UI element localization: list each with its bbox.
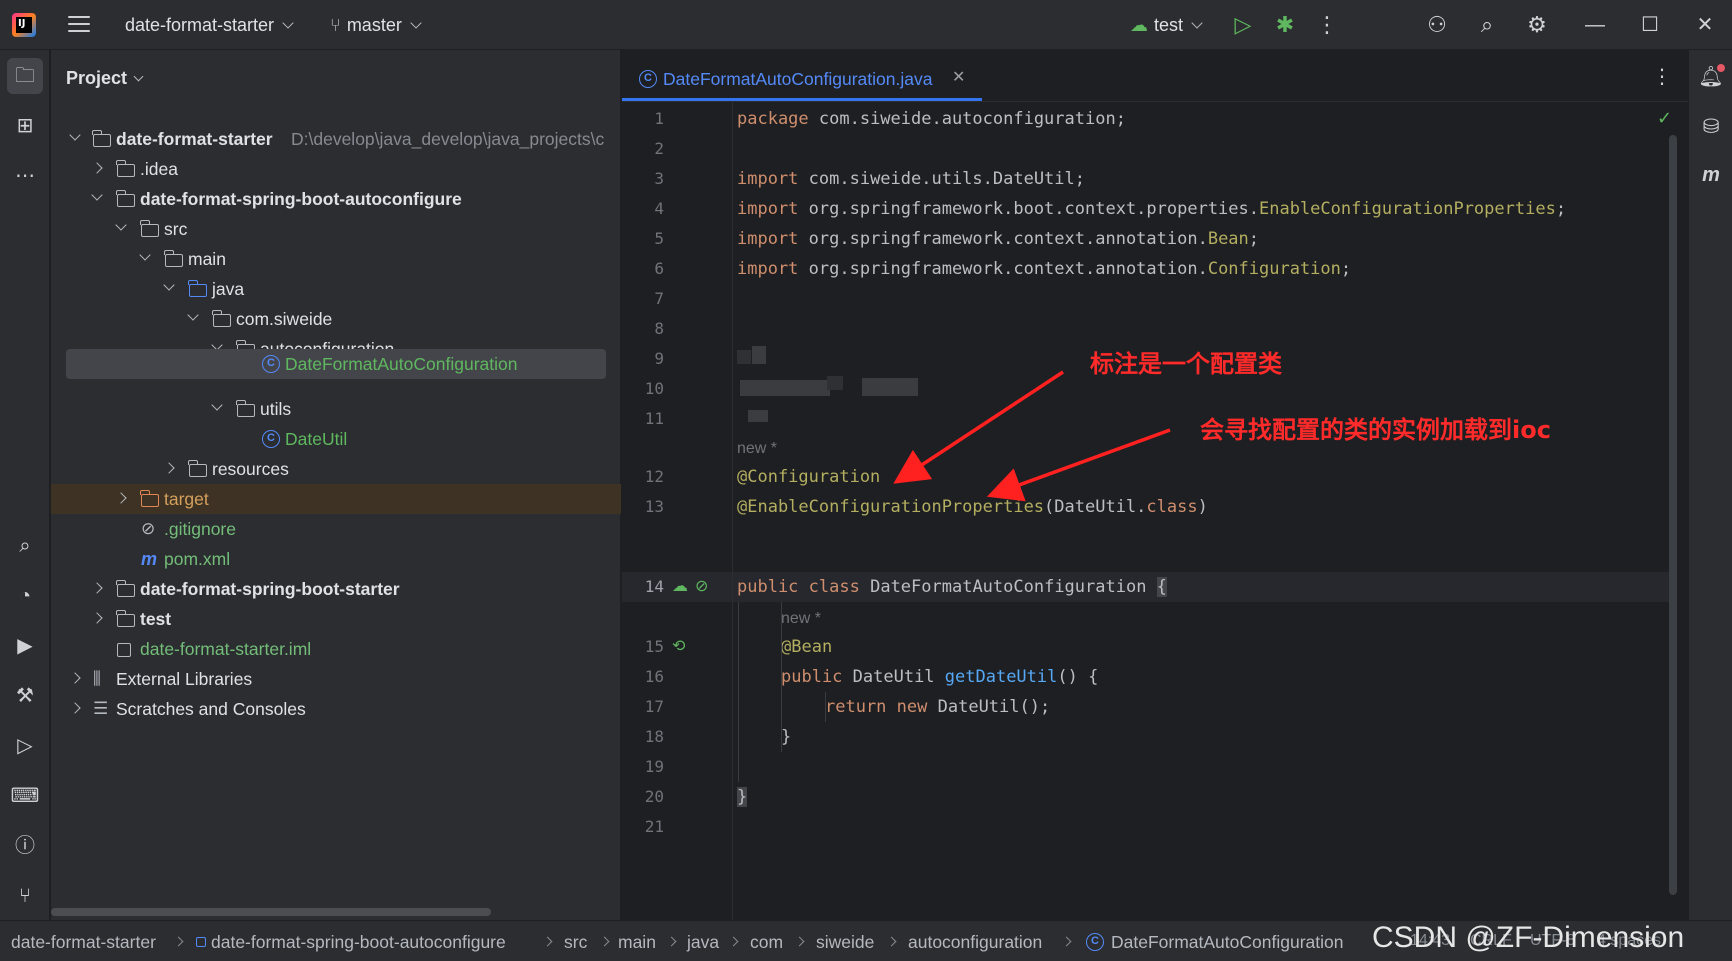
annotation-arrows: [893, 370, 1171, 502]
database-icon[interactable]: ⛁: [1694, 110, 1728, 144]
breadcrumb-separator-icon: [886, 936, 897, 947]
breadcrumb-item[interactable]: autoconfiguration: [908, 932, 1042, 953]
module-icon: [196, 937, 206, 947]
annotation-note-configuration: 标注是一个配置类: [1090, 350, 1282, 378]
ide-window: IJ date-format-starter ⑂ master ☁ test ▷ ✱…: [0, 0, 1732, 961]
arrow-to-enable-properties: [986, 428, 1171, 502]
breadcrumb-item[interactable]: date-format-spring-boot-autoconfigure: [211, 932, 506, 953]
annotation-note-ioc: 会寻找配置的类的实例加载到ioc: [1200, 416, 1551, 444]
right-tool-strip: 🔔︎ ⛁ m: [1688, 50, 1732, 920]
breadcrumb-separator-icon: [728, 936, 739, 947]
breadcrumb-separator-icon: [794, 936, 805, 947]
class-icon: C: [1086, 933, 1104, 951]
breadcrumb-separator-icon: [666, 936, 677, 947]
breadcrumb-separator-icon: [173, 936, 184, 947]
breadcrumb-item[interactable]: main: [618, 932, 656, 953]
arrow-to-configuration: [893, 370, 1064, 484]
breadcrumb-item[interactable]: siweide: [816, 932, 874, 953]
maven-icon[interactable]: m: [1694, 158, 1728, 192]
breadcrumb-item[interactable]: src: [564, 932, 587, 953]
breadcrumb-separator-icon: [599, 936, 610, 947]
csdn-watermark: CSDN @ZF-Dimension: [1372, 921, 1685, 954]
breadcrumb-item[interactable]: java: [687, 932, 719, 953]
notification-badge: [1717, 64, 1725, 72]
breadcrumb-separator-icon: [1061, 936, 1072, 947]
breadcrumb-item[interactable]: com: [750, 932, 783, 953]
breadcrumb-separator-icon: [542, 936, 553, 947]
breadcrumb-item[interactable]: DateFormatAutoConfiguration: [1111, 932, 1343, 953]
status-bar: date-format-starter date-format-spring-b…: [0, 920, 1732, 961]
breadcrumb-item[interactable]: date-format-starter: [11, 932, 156, 953]
